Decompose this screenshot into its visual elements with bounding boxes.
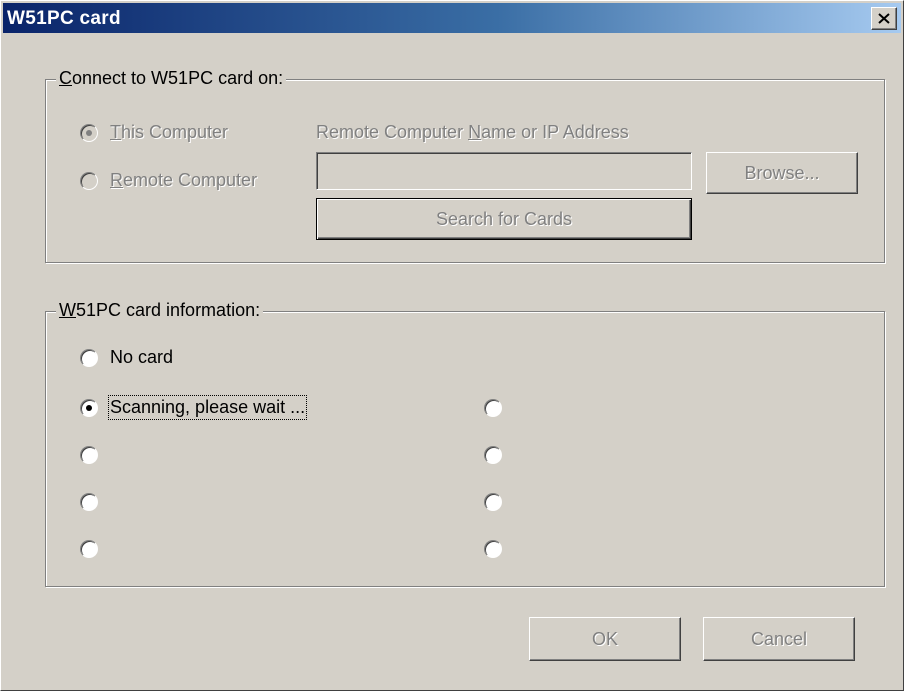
remote-name-input[interactable] [316, 152, 692, 190]
card-slot-left-1-radio[interactable] [80, 399, 98, 417]
connect-group: Connect to W51PC card on: This Computer … [45, 68, 885, 263]
ok-button[interactable]: OK [529, 617, 681, 661]
remote-name-label: Remote Computer Name or IP Address [316, 122, 629, 142]
card-slot-right-2-radio[interactable] [484, 446, 502, 464]
card-slot-right-1-radio[interactable] [484, 399, 502, 417]
close-button[interactable] [871, 7, 897, 30]
this-computer-radio[interactable] [80, 124, 98, 142]
this-computer-label: This Computer [110, 122, 229, 142]
close-icon [878, 13, 890, 24]
connect-group-legend: Connect to W51PC card on: [56, 68, 287, 89]
card-slot-right-4-radio[interactable] [484, 540, 502, 558]
card-info-group-legend: W51PC card information: [56, 300, 264, 321]
card-slot-left-1-label: Scanning, please wait ... [107, 395, 308, 420]
window-title: W51PC card [7, 8, 121, 29]
card-slot-left-2-radio[interactable] [80, 446, 98, 464]
card-info-group: W51PC card information: No card Scanning… [45, 300, 885, 587]
browse-button[interactable]: Browse... [706, 152, 858, 194]
card-slot-left-3-radio[interactable] [80, 493, 98, 511]
no-card-radio[interactable] [80, 349, 98, 367]
remote-computer-label: Remote Computer [110, 170, 258, 190]
dialog-window: W51PC card Connect to W51PC card on: Thi… [0, 0, 904, 691]
search-for-cards-button[interactable]: Search for Cards [316, 198, 692, 240]
no-card-label: No card [110, 347, 174, 367]
card-slot-right-3-radio[interactable] [484, 493, 502, 511]
remote-computer-radio[interactable] [80, 172, 98, 190]
card-slot-left-4-radio[interactable] [80, 540, 98, 558]
cancel-button[interactable]: Cancel [703, 617, 855, 661]
title-bar[interactable]: W51PC card [3, 3, 901, 33]
